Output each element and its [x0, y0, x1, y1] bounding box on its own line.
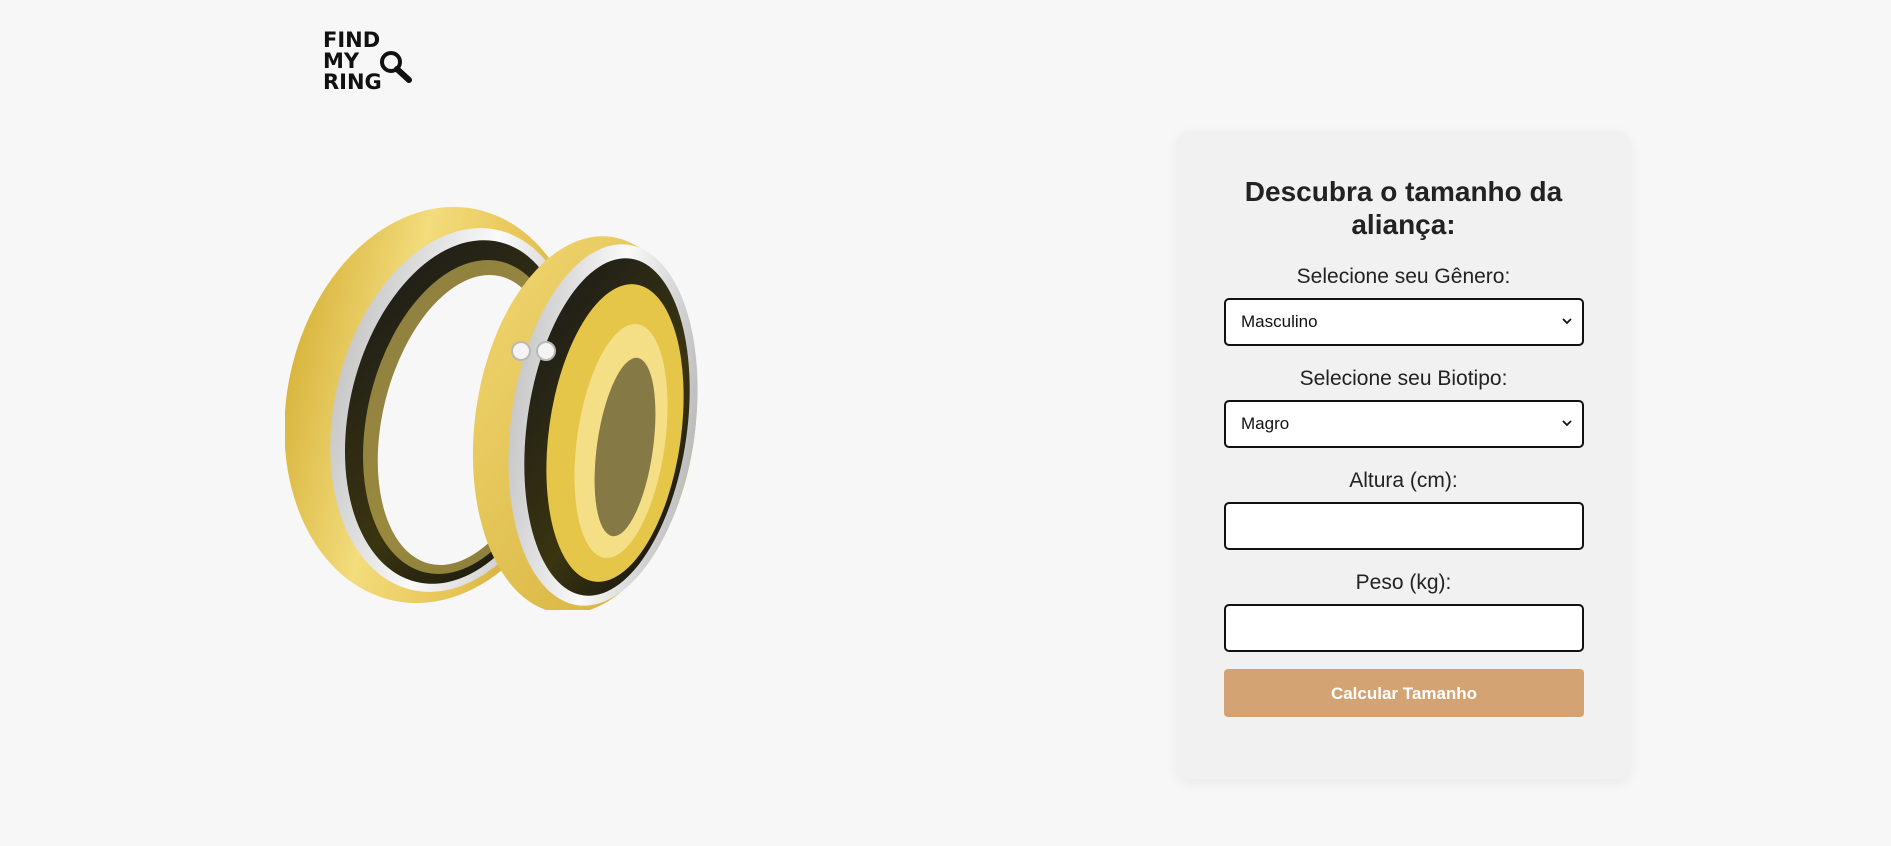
brand-logo[interactable]: FIND MY RING: [323, 30, 415, 98]
gender-select[interactable]: Masculino: [1224, 298, 1584, 346]
biotype-select[interactable]: Magro: [1224, 400, 1584, 448]
wedding-rings-image: [285, 206, 698, 610]
weight-input[interactable]: [1224, 604, 1584, 652]
gender-label: Selecione seu Gênero:: [1296, 265, 1511, 288]
chevron-down-icon: [1562, 318, 1572, 325]
weight-label: Peso (kg):: [1355, 571, 1452, 594]
biotype-label: Selecione seu Biotipo:: [1299, 367, 1508, 390]
logo-line-find: FIND: [323, 28, 381, 52]
biotype-select-value: Magro: [1241, 414, 1290, 433]
form-title: Descubra o tamanho da aliança:: [1244, 176, 1563, 240]
page: FIND MY RING Descubra o tamanho da alian…: [0, 0, 1891, 846]
gender-select-value: Masculino: [1241, 312, 1318, 331]
calculate-size-button[interactable]: Calcular Tamanho: [1224, 669, 1584, 717]
ring-size-form: Descubra o tamanho da aliança: Selecione…: [1177, 131, 1630, 779]
height-label: Altura (cm):: [1349, 469, 1458, 492]
chevron-down-icon: [1562, 420, 1572, 427]
height-input[interactable]: [1224, 502, 1584, 550]
magnifier-icon: [380, 51, 412, 83]
